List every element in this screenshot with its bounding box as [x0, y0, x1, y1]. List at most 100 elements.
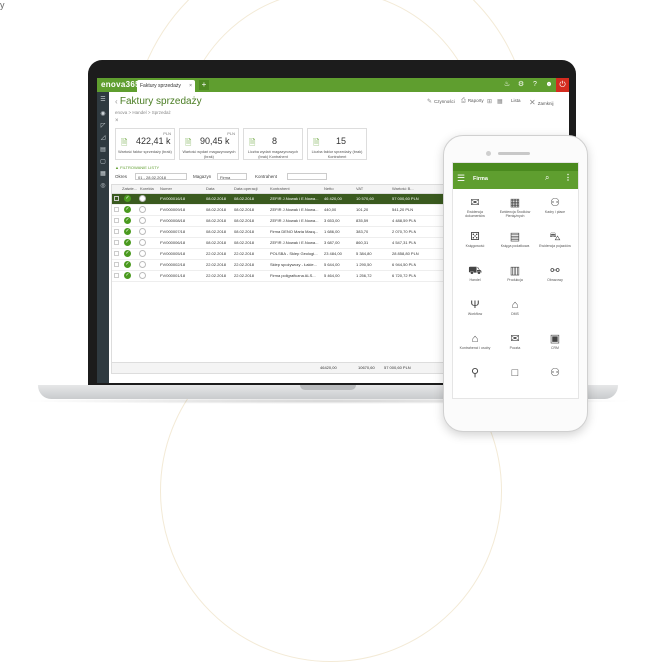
doc-icon[interactable]: ▢ [99, 158, 107, 166]
phone-speaker [498, 152, 530, 155]
kpi-card[interactable]: 🗎 15 Liczba faktur sprzedaży (brak) Kont… [307, 128, 367, 160]
phone-menu-icon[interactable]: ☰ [457, 173, 465, 184]
row-checkbox[interactable] [114, 262, 119, 267]
car-icon: ⛍ [549, 231, 561, 243]
total-wartosc: 57 000,60 PLN [384, 365, 411, 370]
filter-toggle[interactable]: ▲ FILTROWANIE LISTY [115, 165, 159, 170]
phone-tile[interactable]: ⌂ DMS [497, 299, 533, 316]
phone-more-icon[interactable]: ⋮ [564, 173, 572, 182]
kontrahent-field[interactable] [287, 173, 327, 180]
row-checkbox[interactable] [114, 273, 119, 278]
correction-radio [139, 239, 146, 246]
col-wartosc[interactable]: Wartość B... [392, 186, 414, 191]
col-korekta[interactable]: Korekta [140, 186, 154, 191]
phone-tile[interactable]: ⚇ [537, 367, 573, 380]
total-netto: 46420,00 [320, 365, 337, 370]
layers-icon[interactable]: ◉ [99, 110, 107, 118]
phone-tile[interactable]: Ψ Workflow [457, 299, 493, 316]
menu-icon[interactable]: ☰ [99, 96, 107, 104]
numer-cell: FV/000007/18 [160, 229, 186, 234]
phone-tile[interactable]: ▤ Księga podatkowa [497, 231, 533, 248]
col-netto[interactable]: Netto [324, 186, 334, 191]
vat-cell: 10 570,60 [356, 196, 374, 201]
user-icon[interactable]: ☻ [544, 80, 554, 90]
phone-tile[interactable]: ⌂ Kontrahenci i osoby [457, 333, 493, 350]
reports-button[interactable]: ⎙ Raporty [461, 98, 484, 105]
calendar-icon[interactable]: ▦ [497, 98, 505, 105]
row-checkbox[interactable] [114, 251, 119, 256]
list-button[interactable]: Lista [511, 98, 521, 103]
kpi-card[interactable]: 🗎 8 Liczba wydań magazynowych (brak) Kon… [243, 128, 303, 160]
phone-tile-label: Kadry i płace [544, 210, 566, 214]
tag-icon[interactable]: ◿ [99, 134, 107, 142]
close-page-button[interactable]: ✕ Zamknij [529, 98, 553, 107]
settings-icon[interactable]: ⚙ [516, 80, 526, 90]
chart-icon[interactable]: ▦ [99, 170, 107, 178]
phone-tile[interactable]: ⛍ Ewidencja pojazdów [537, 231, 573, 248]
phone-tile[interactable]: ⚄ Księgowość [457, 231, 493, 248]
list-icon[interactable]: ▤ [99, 146, 107, 154]
doc-icon: 🗎 [121, 138, 128, 147]
house-icon: ⌂ [471, 333, 479, 345]
cart-icon[interactable]: ◸ [99, 122, 107, 130]
phone-search-icon[interactable]: ⌕ [545, 173, 549, 183]
data-operacji-cell: 08.02.2018 [234, 207, 255, 212]
col-zatwierdzona[interactable]: Zatwie... [122, 186, 137, 191]
phone-tile[interactable]: ✉ Poczta [497, 333, 533, 350]
kontrahent-cell: ZEFIR J.Nowak i E.Nowa... [270, 240, 319, 245]
col-numer[interactable]: Numer [160, 186, 172, 191]
filter-icon[interactable]: ⊞ [487, 98, 494, 105]
col-data[interactable]: Data [206, 186, 214, 191]
tab-label: Faktury sprzedaży [140, 83, 181, 89]
power-button[interactable]: ⏻ [556, 78, 569, 92]
phone-tile[interactable]: □ [497, 367, 533, 380]
netto-cell: 3 687,00 [324, 240, 340, 245]
bell-icon[interactable]: ♨ [502, 80, 512, 90]
phone-tile[interactable]: ▦ Ewidencja Środków Pieniężnych [497, 197, 533, 218]
kpi-value: 422,41 k [136, 136, 171, 146]
phone-tile[interactable]: ⚲ [457, 367, 493, 380]
help-icon[interactable]: ? [530, 80, 540, 90]
wartosc-cell: 28 858,80 PLN [392, 251, 419, 256]
tab-faktury[interactable]: Faktury sprzedaży × [137, 80, 195, 92]
workflow-icon: ⚯ [550, 265, 560, 277]
magazyn-label: Magazyn [193, 174, 212, 179]
kontrahent-cell: POLSBA - Sklep Geologi... [270, 251, 318, 256]
col-kontrahent[interactable]: Kontrahent [270, 186, 290, 191]
phone-tile[interactable]: ⚯ Obrazowy [537, 265, 573, 282]
globe-icon[interactable]: ◎ [99, 182, 107, 190]
row-checkbox[interactable] [114, 218, 119, 223]
row-checkbox[interactable] [114, 196, 119, 201]
new-tab-button[interactable]: + [199, 80, 209, 90]
wartosc-cell: 4 547,31 PLN [392, 240, 417, 245]
doc-icon: 🗎 [313, 138, 320, 147]
row-checkbox[interactable] [114, 229, 119, 234]
netto-cell: 1 686,00 [324, 229, 340, 234]
phone-tile[interactable]: ▣ CRM [537, 333, 573, 350]
phone-tile[interactable]: ⚇ Kadry i płace [537, 197, 573, 214]
page-title: ‹ Faktury sprzedaży [115, 96, 202, 107]
kpi-card[interactable]: 🗎 PLN 90,45 k Wartość wydań magazynowych… [179, 128, 239, 160]
people-icon: ⚇ [550, 197, 560, 209]
row-checkbox[interactable] [114, 240, 119, 245]
phone-tile[interactable]: ✉ Ewidencja dokumentów [457, 197, 493, 218]
close-icon: ✕ [529, 98, 536, 107]
cart-icon: ⛟ [468, 265, 482, 277]
phone-tile[interactable]: ⛟ Handel [457, 265, 493, 282]
phone-tile-label: CRM [551, 346, 559, 350]
phone-tile-label: Księga podatkowa [500, 244, 530, 248]
actions-button[interactable]: ✎ Czynności [427, 98, 455, 105]
sidebar: ☰ ◉ ◸ ◿ ▤ ▢ ▦ ◎ [97, 92, 109, 383]
row-checkbox[interactable] [114, 207, 119, 212]
okres-field[interactable]: 01 - 28.02.2018 [135, 173, 187, 180]
data-cell: 08.02.2018 [206, 229, 227, 234]
col-data-operacji[interactable]: Data operacji [234, 186, 258, 191]
kpi-card[interactable]: 🗎 PLN 422,41 k Wartość faktur sprzedaży … [115, 128, 175, 160]
panel-close-icon[interactable]: × [115, 118, 119, 124]
data-cell: 08.02.2018 [206, 207, 227, 212]
magazyn-select[interactable]: Firma [217, 173, 247, 180]
mail-icon: ✉ [470, 197, 480, 209]
phone-tile[interactable]: ▥ Produkcja [497, 265, 533, 282]
col-vat[interactable]: VAT [356, 186, 363, 191]
tab-close-icon[interactable]: × [189, 80, 192, 92]
